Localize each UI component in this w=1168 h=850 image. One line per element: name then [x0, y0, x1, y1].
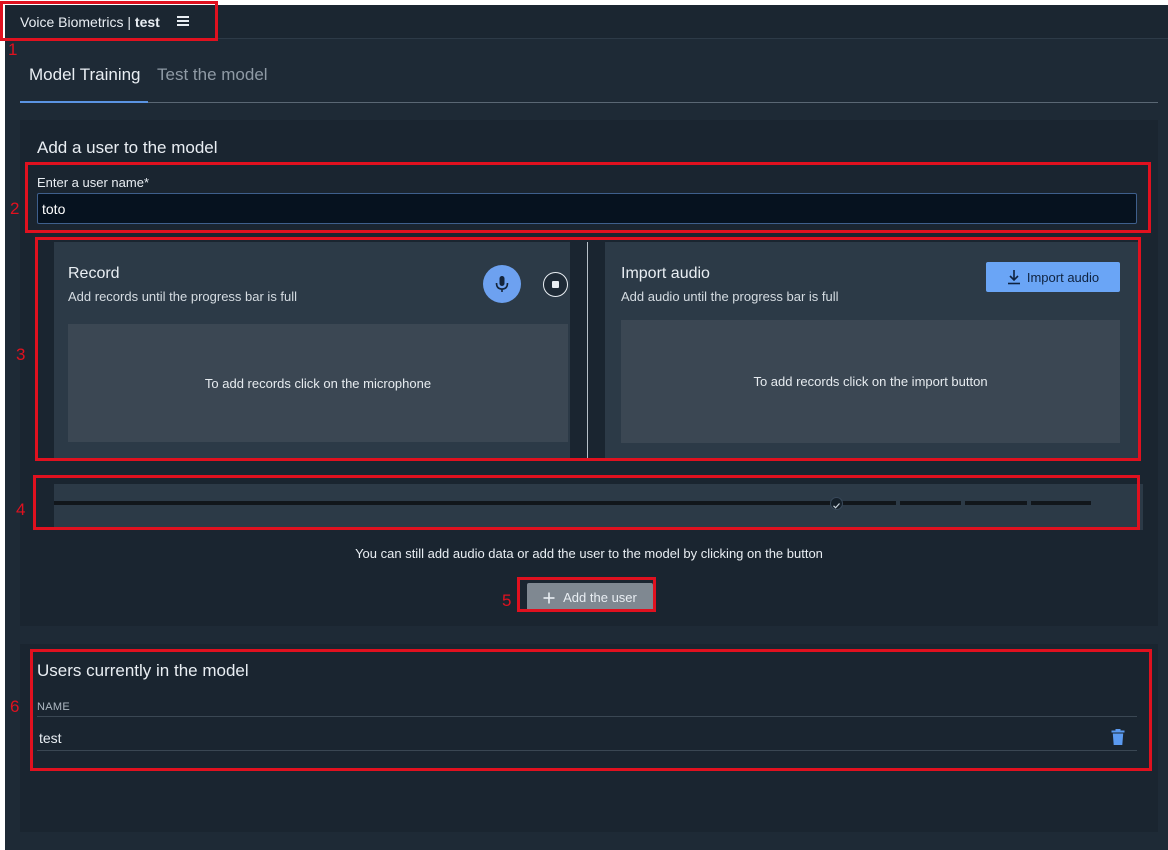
info-text: You can still add audio data or add the … — [355, 546, 823, 561]
annotation-label-1: 1 — [8, 40, 18, 59]
annotation-label-6: 6 — [10, 697, 20, 716]
annotation-label-5: 5 — [502, 591, 512, 610]
annotation-box-4 — [33, 475, 1140, 530]
tab-test-the-model[interactable]: Test the model — [157, 65, 268, 85]
tab-model-training[interactable]: Model Training — [29, 65, 141, 85]
annotation-label-2: 2 — [10, 199, 20, 218]
annotation-box-1 — [0, 1, 218, 41]
add-user-title: Add a user to the model — [37, 138, 218, 157]
annotation-label-3: 3 — [16, 345, 26, 364]
annotation-box-3 — [35, 237, 1141, 461]
annotation-box-5 — [517, 577, 656, 612]
annotation-label-4: 4 — [16, 500, 26, 519]
annotation-box-6 — [30, 649, 1152, 771]
tab-bar: Model Training Test the model — [20, 61, 1158, 103]
active-tab-indicator — [20, 101, 148, 103]
annotation-box-2 — [25, 162, 1151, 233]
